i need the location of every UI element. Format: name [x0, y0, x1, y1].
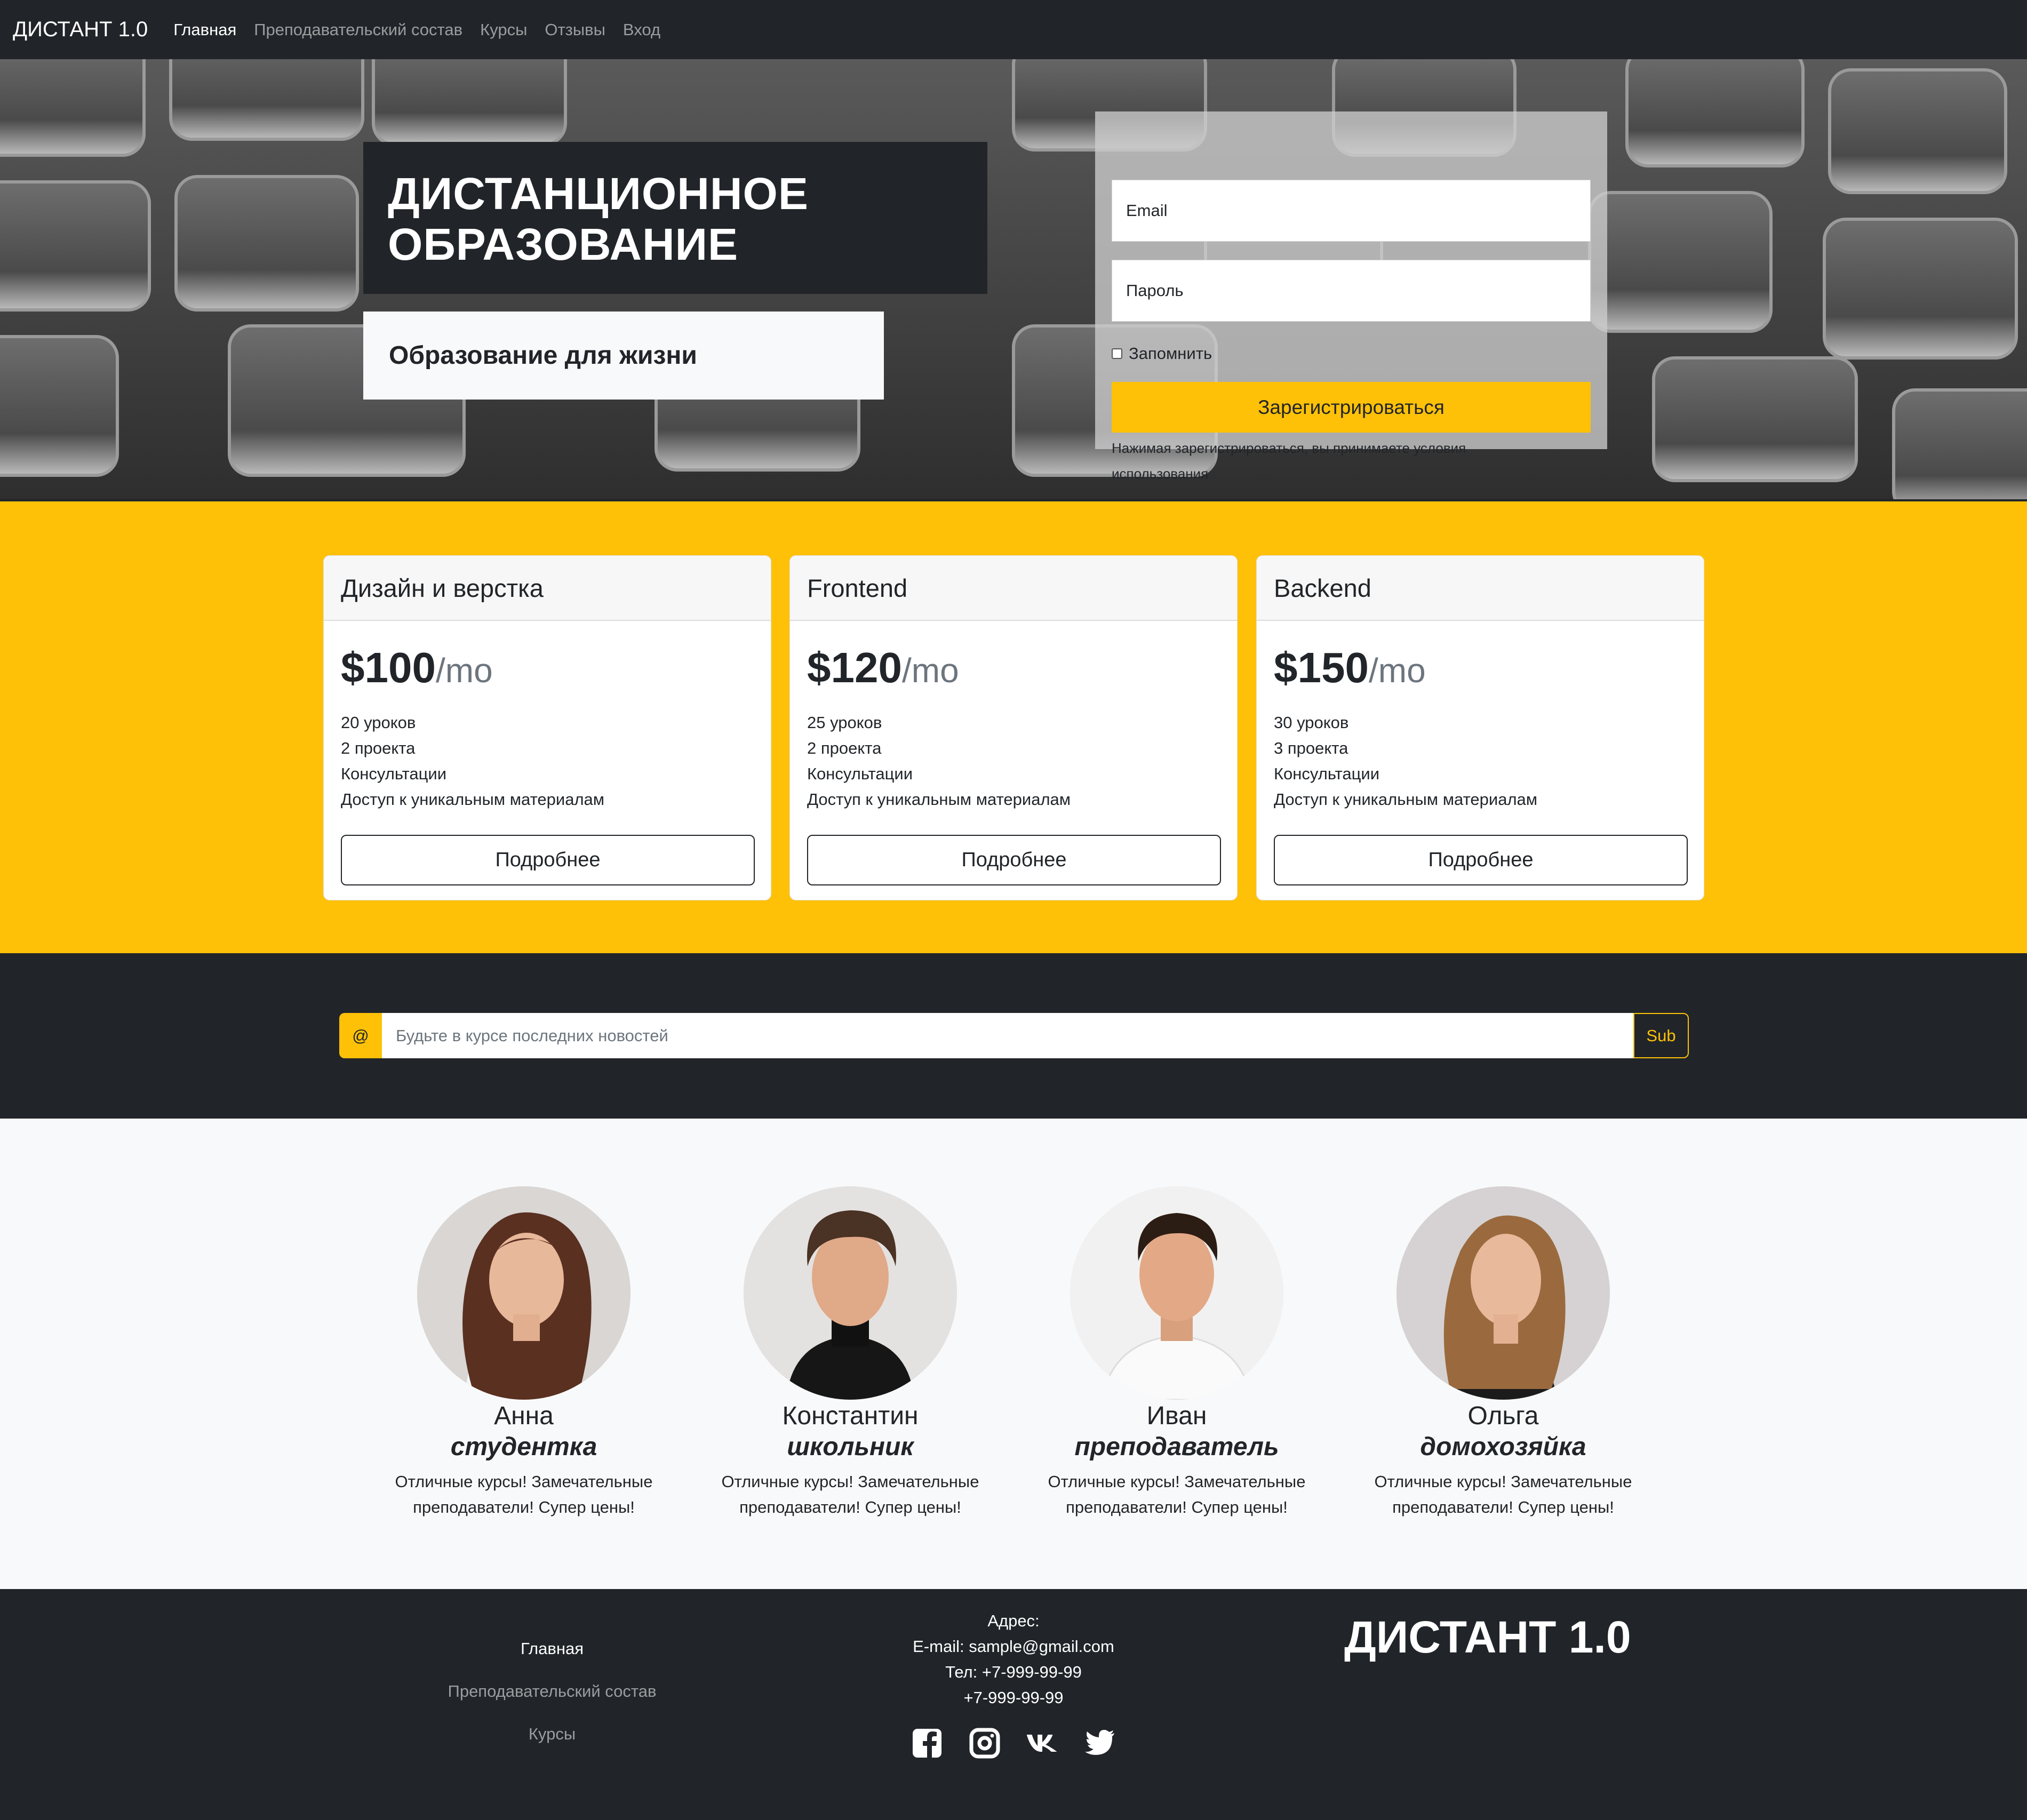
details-button[interactable]: Подробнее	[807, 835, 1221, 885]
testimonial-anna: Анна студентка Отличные курсы! Замечател…	[374, 1186, 673, 1520]
instagram-icon[interactable]	[968, 1727, 1001, 1760]
card-price: $100/mo	[341, 644, 493, 691]
keyboard-background-image	[0, 59, 2027, 501]
register-button[interactable]: Зарегистрироваться	[1112, 382, 1591, 433]
feature-item: Доступ к уникальным материалам	[341, 790, 605, 809]
man-portrait-image	[1070, 1186, 1283, 1400]
remember-label: Запомнить	[1129, 344, 1212, 363]
nav-link-reviews[interactable]: Отзывы	[545, 20, 605, 39]
card-price: $150/mo	[1274, 644, 1426, 691]
card-price: $120/mo	[807, 644, 959, 691]
contact-phone: Тел: +7-999-99-99	[945, 1663, 1082, 1681]
feature-item: Консультации	[807, 764, 913, 783]
address-label: Адрес:	[987, 1611, 1040, 1630]
card-title: Frontend	[790, 556, 1237, 621]
pricing-card-design: Дизайн и верстка $100/mo 20 уроков 2 про…	[323, 555, 771, 900]
man-portrait-image	[744, 1186, 957, 1400]
footer-nav: Главная Преподавательский состав Курсы	[389, 1627, 715, 1755]
newsletter-section: @ Sub	[0, 953, 2027, 1119]
feature-item: Доступ к уникальным материалам	[1274, 790, 1538, 809]
twitter-icon[interactable]	[1083, 1727, 1116, 1760]
testimonial-konstantin: Константин школьник Отличные курсы! Заме…	[701, 1186, 1000, 1520]
testimonial-text: Отличные курсы! Замечательные преподават…	[1374, 1472, 1632, 1516]
feature-item: 20 уроков	[341, 713, 416, 732]
nav-link-teachers[interactable]: Преподавательский состав	[254, 20, 462, 39]
password-input[interactable]	[1112, 260, 1591, 322]
card-title: Backend	[1257, 556, 1704, 621]
person-name: Ольга	[1467, 1402, 1539, 1430]
details-button[interactable]: Подробнее	[1274, 835, 1688, 885]
footer-link-home[interactable]: Главная	[389, 1627, 715, 1670]
testimonial-olga: Ольга домохозяйка Отличные курсы! Замеча…	[1354, 1186, 1653, 1520]
details-button[interactable]: Подробнее	[341, 835, 755, 885]
facebook-icon[interactable]	[911, 1727, 944, 1760]
pricing-section: Дизайн и верстка $100/mo 20 уроков 2 про…	[0, 501, 2027, 953]
avatar-ivan	[1070, 1186, 1283, 1400]
testimonials-section: Анна студентка Отличные курсы! Замечател…	[0, 1119, 2027, 1589]
person-role: школьник	[787, 1433, 914, 1461]
woman-portrait-image	[417, 1186, 631, 1400]
at-sign-prefix: @	[339, 1013, 382, 1058]
navbar: ДИСТАНТ 1.0 Главная Преподавательский со…	[0, 0, 2027, 59]
feature-item: 3 проекта	[1274, 739, 1348, 757]
feature-item: 2 проекта	[807, 739, 882, 757]
person-role: преподаватель	[1074, 1433, 1279, 1461]
hero-title-line2: ОБРАЗОВАНИЕ	[388, 219, 739, 269]
feature-list: 25 уроков 2 проекта Консультации Доступ …	[807, 710, 1220, 812]
social-links	[911, 1727, 1116, 1760]
avatar-olga	[1396, 1186, 1610, 1400]
testimonial-text: Отличные курсы! Замечательные преподават…	[721, 1472, 979, 1516]
avatar-konstantin	[744, 1186, 957, 1400]
person-name: Константин	[782, 1402, 919, 1430]
feature-item: 25 уроков	[807, 713, 882, 732]
navbar-brand[interactable]: ДИСТАНТ 1.0	[13, 18, 148, 42]
person-role: домохозяйка	[1420, 1433, 1586, 1461]
newsletter-input-group: @ Sub	[339, 1013, 1689, 1058]
footer-link-courses[interactable]: Курсы	[389, 1713, 715, 1755]
pricing-card-frontend: Frontend $120/mo 25 уроков 2 проекта Кон…	[789, 555, 1238, 900]
vk-icon[interactable]	[1026, 1727, 1059, 1760]
remember-row: Запомнить	[1112, 344, 1212, 363]
hero-subtitle: Образование для жизни	[363, 312, 884, 400]
testimonial-text: Отличные курсы! Замечательные преподават…	[395, 1472, 653, 1516]
nav-link-login[interactable]: Вход	[623, 20, 660, 39]
hero-title-line1: ДИСТАНЦИОННОЕ	[388, 169, 809, 219]
woman-portrait-image	[1396, 1186, 1610, 1400]
nav-link-home[interactable]: Главная	[173, 20, 236, 39]
testimonial-text: Отличные курсы! Замечательные преподават…	[1048, 1472, 1306, 1516]
contact-email: E-mail: sample@gmail.com	[913, 1637, 1114, 1656]
feature-list: 20 уроков 2 проекта Консультации Доступ …	[341, 710, 754, 812]
registration-form: Запомнить Зарегистрироваться Нажимая зар…	[1095, 111, 1607, 482]
nav-link-courses[interactable]: Курсы	[480, 20, 527, 39]
pricing-card-backend: Backend $150/mo 30 уроков 3 проекта Конс…	[1256, 555, 1704, 900]
footer-link-teachers[interactable]: Преподавательский состав	[389, 1670, 715, 1713]
footer: Главная Преподавательский состав Курсы А…	[0, 1589, 2027, 1820]
terms-text: Нажимая зарегистрироваться, вы принимает…	[1112, 440, 1466, 482]
contact-phone-secondary: +7-999-99-99	[963, 1688, 1064, 1707]
newsletter-email-input[interactable]	[382, 1013, 1633, 1058]
feature-item: Консультации	[341, 764, 447, 783]
person-role: студентка	[450, 1433, 597, 1461]
footer-brand: ДИСТАНТ 1.0	[1344, 1612, 1631, 1662]
feature-item: Консультации	[1274, 764, 1380, 783]
remember-checkbox[interactable]	[1112, 348, 1122, 359]
feature-item: 2 проекта	[341, 739, 416, 757]
feature-item: Доступ к уникальным материалам	[807, 790, 1071, 809]
feature-list: 30 уроков 3 проекта Консультации Доступ …	[1274, 710, 1687, 812]
person-name: Анна	[494, 1402, 554, 1430]
hero-title-box: ДИСТАНЦИОННОЕ ОБРАЗОВАНИЕ	[363, 142, 987, 294]
testimonial-ivan: Иван преподаватель Отличные курсы! Замеч…	[1027, 1186, 1326, 1520]
hero-section: ДИСТАНЦИОННОЕ ОБРАЗОВАНИЕ Образование дл…	[0, 59, 2027, 501]
card-title: Дизайн и верстка	[324, 556, 771, 621]
subscribe-button[interactable]: Sub	[1633, 1013, 1689, 1058]
footer-contacts: Адрес: E-mail: sample@gmail.com Тел: +7-…	[853, 1608, 1174, 1711]
avatar-anna	[417, 1186, 631, 1400]
person-name: Иван	[1146, 1402, 1207, 1430]
email-input[interactable]	[1112, 180, 1591, 242]
feature-item: 30 уроков	[1274, 713, 1349, 732]
